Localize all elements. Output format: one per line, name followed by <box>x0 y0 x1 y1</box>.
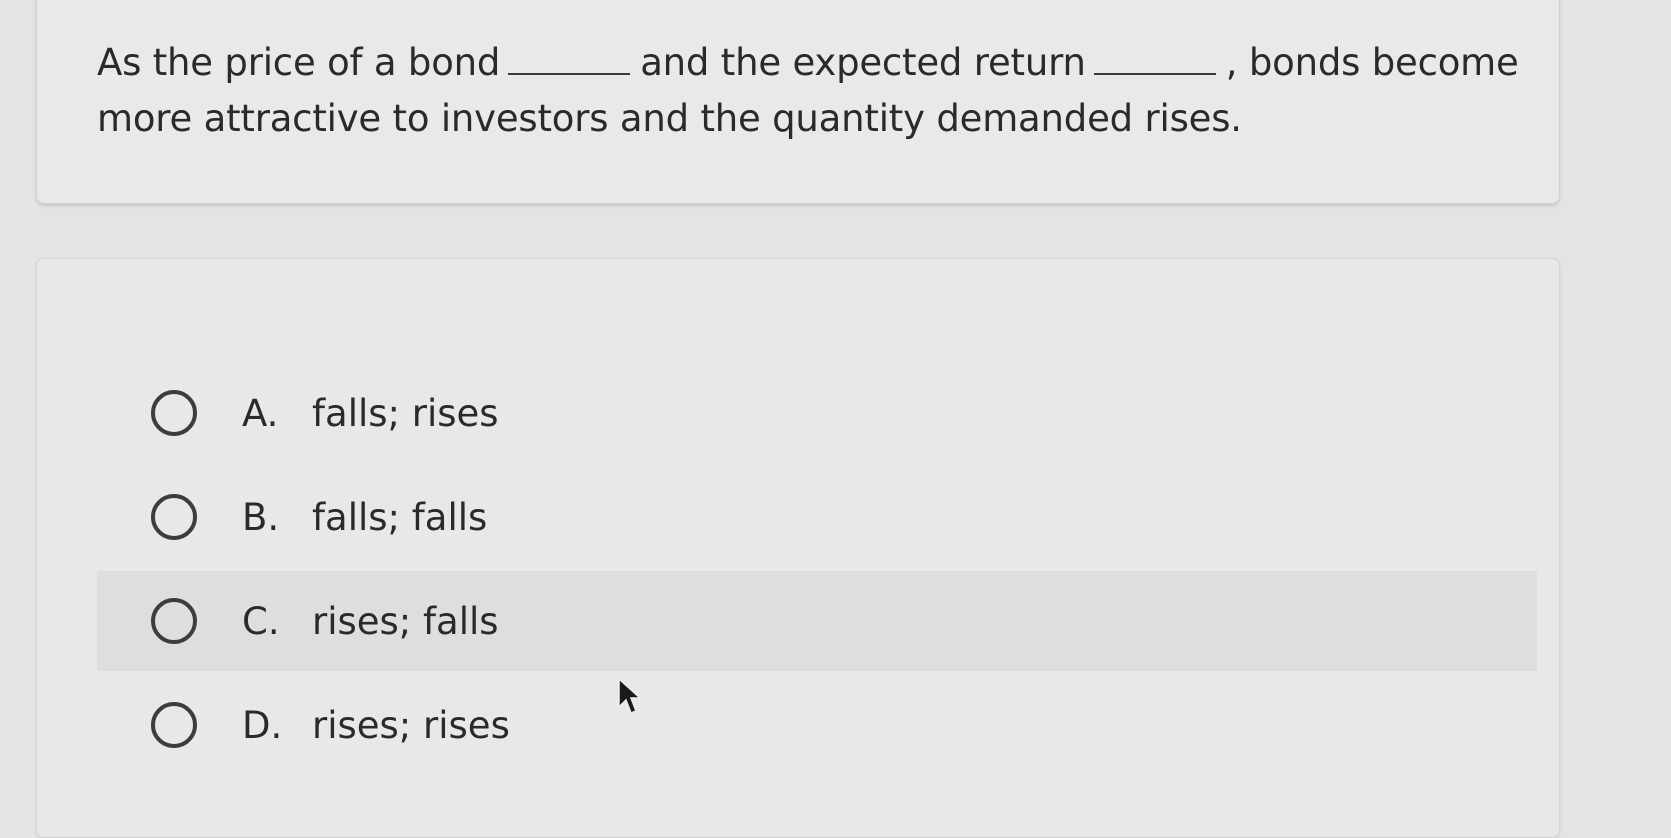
question-part-2: and the expected return <box>640 41 1086 84</box>
option-letter: D. <box>242 703 283 747</box>
question-part-1: As the price of a bond <box>97 41 501 84</box>
option-c[interactable]: C. rises; falls <box>97 571 1537 671</box>
option-d[interactable]: D. rises; rises <box>97 675 1537 775</box>
option-letter: C. <box>242 599 280 643</box>
radio-button-icon[interactable] <box>151 390 197 436</box>
option-label: falls; falls <box>312 495 488 539</box>
option-label: rises; falls <box>312 599 499 643</box>
option-b[interactable]: B. falls; falls <box>97 467 1537 567</box>
option-label: falls; rises <box>312 391 499 435</box>
blank-2 <box>1093 45 1216 75</box>
question-text: As the price of a bond and the expected r… <box>97 35 1547 147</box>
blank-1 <box>508 45 631 75</box>
answer-choices-card: A. falls; rises B. falls; falls C. rises… <box>36 258 1560 838</box>
option-letter: A. <box>242 391 279 435</box>
radio-button-icon[interactable] <box>151 702 197 748</box>
option-label: rises; rises <box>312 703 510 747</box>
option-letter: B. <box>242 495 280 539</box>
radio-button-icon[interactable] <box>151 494 197 540</box>
question-card: As the price of a bond and the expected r… <box>36 0 1560 204</box>
option-a[interactable]: A. falls; rises <box>97 363 1537 463</box>
mouse-pointer-icon <box>618 677 642 714</box>
radio-button-icon[interactable] <box>151 598 197 644</box>
